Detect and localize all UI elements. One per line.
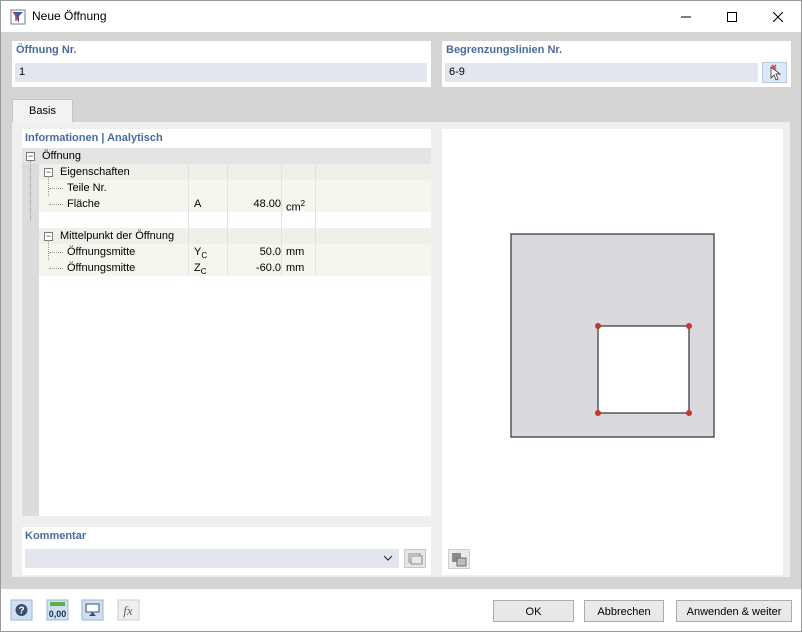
help-button[interactable]: ? xyxy=(10,599,33,621)
tree-line xyxy=(49,188,63,189)
row-label: Teile Nr. xyxy=(67,182,107,194)
dialog-body: Öffnung Nr. 1 Begrenzungslinien Nr. 6-9 … xyxy=(1,32,801,589)
tree-group-label: Eigenschaften xyxy=(60,166,130,178)
comment-library-button[interactable] xyxy=(404,549,426,568)
opening-outline xyxy=(597,325,690,414)
svg-text:?: ? xyxy=(18,606,24,617)
tree-line xyxy=(49,268,63,269)
info-header: Informationen | Analytisch xyxy=(25,132,163,144)
row-value[interactable]: 48.00 xyxy=(229,196,281,212)
maximize-button[interactable] xyxy=(709,1,755,32)
tree-root-row[interactable]: − Öffnung xyxy=(22,148,431,164)
table-row[interactable]: Öffnungsmitte ZC -60.0 mm xyxy=(39,260,431,276)
window-title: Neue Öffnung xyxy=(32,9,107,23)
formula-button[interactable]: fx xyxy=(117,599,140,621)
symbol-subscript: C xyxy=(200,267,207,277)
unit-text: cm xyxy=(286,201,301,214)
row-value[interactable] xyxy=(229,180,281,196)
tab-basis[interactable]: Basis xyxy=(12,99,73,123)
comment-panel: Kommentar xyxy=(22,527,431,575)
svg-text:0,00: 0,00 xyxy=(49,609,67,619)
row-value[interactable]: 50.0 xyxy=(229,244,281,260)
boundary-lines-field[interactable]: 6-9 xyxy=(445,63,758,82)
node-marker xyxy=(595,323,601,329)
node-marker xyxy=(686,323,692,329)
info-tree: − Öffnung − Eigenschaften Teile Nr. Fläc… xyxy=(22,148,431,516)
row-label: Fläche xyxy=(67,198,101,210)
row-label: Öffnungsmitte xyxy=(67,262,136,274)
tree-line xyxy=(30,161,31,221)
opening-no-panel: Öffnung Nr. 1 xyxy=(12,41,431,87)
tree-root-label: Öffnung xyxy=(42,150,81,162)
table-row[interactable]: Öffnungsmitte YC 50.0 mm xyxy=(39,240,431,270)
row-value[interactable]: -60.0 xyxy=(229,260,281,276)
node-marker xyxy=(595,410,601,416)
opening-no-label: Öffnung Nr. xyxy=(16,44,77,56)
column-separator xyxy=(188,164,189,276)
units-icon: 0,00 xyxy=(46,599,69,621)
pick-lines-button[interactable] xyxy=(762,62,787,83)
minimize-button[interactable] xyxy=(663,1,709,32)
row-label: Öffnungsmitte xyxy=(67,246,136,258)
preview-panel xyxy=(442,129,783,575)
boundary-lines-panel: Begrenzungslinien Nr. 6-9 xyxy=(442,41,791,87)
tree-group-row[interactable]: − Mittelpunkt der Öffnung xyxy=(39,228,431,244)
row-unit: cm2 xyxy=(286,196,306,214)
table-row[interactable]: Teile Nr. xyxy=(39,176,431,206)
column-separator xyxy=(281,164,282,276)
title-bar: Neue Öffnung xyxy=(1,1,801,32)
column-separator xyxy=(227,164,228,276)
symbol-text: Z xyxy=(194,262,201,274)
ok-button[interactable]: OK xyxy=(493,600,574,622)
row-symbol: A xyxy=(194,198,202,210)
formula-icon: fx xyxy=(117,599,140,621)
node-marker xyxy=(686,410,692,416)
tree-group-label: Mittelpunkt der Öffnung xyxy=(60,230,175,242)
table-row[interactable]: Fläche A 48.00 cm2 xyxy=(39,196,431,214)
units-button[interactable]: 0,00 xyxy=(46,599,69,621)
app-icon xyxy=(10,9,26,25)
minimize-icon xyxy=(681,16,691,17)
row-symbol: YC xyxy=(194,244,207,260)
symbol-subscript: C xyxy=(201,251,208,261)
tree-line xyxy=(49,252,63,253)
opening-no-field[interactable]: 1 xyxy=(15,63,427,82)
pick-lines-icon xyxy=(770,64,782,81)
row-unit: mm xyxy=(286,262,305,274)
maximize-icon xyxy=(727,11,737,22)
row-symbol: ZC xyxy=(194,260,207,276)
display-button[interactable] xyxy=(81,599,104,621)
display-icon xyxy=(81,599,104,621)
comment-label: Kommentar xyxy=(25,530,87,542)
close-button[interactable] xyxy=(755,1,801,32)
help-icon: ? xyxy=(10,599,33,621)
comment-input[interactable] xyxy=(25,549,399,568)
chevron-down-icon[interactable] xyxy=(383,555,393,562)
collapse-icon[interactable]: − xyxy=(26,152,35,161)
tree-line xyxy=(49,204,63,205)
preview-settings-button[interactable] xyxy=(448,549,470,569)
dialog-window: Neue Öffnung Öffnung Nr. 1 Begrenzungsli… xyxy=(0,0,802,632)
svg-text:fx: fx xyxy=(123,603,133,618)
opening-preview-graphic[interactable] xyxy=(442,129,783,575)
apply-continue-button[interactable]: Anwenden & weiter xyxy=(676,600,792,622)
close-icon xyxy=(773,11,783,22)
preview-settings-icon xyxy=(452,553,467,567)
unit-superscript: 2 xyxy=(300,199,306,208)
row-unit: mm xyxy=(286,246,305,258)
boundary-lines-label: Begrenzungslinien Nr. xyxy=(446,44,563,56)
tree-group-row[interactable]: − Eigenschaften xyxy=(39,164,431,180)
cancel-button[interactable]: Abbrechen xyxy=(584,600,664,622)
column-separator xyxy=(315,164,316,276)
library-icon xyxy=(408,553,423,565)
